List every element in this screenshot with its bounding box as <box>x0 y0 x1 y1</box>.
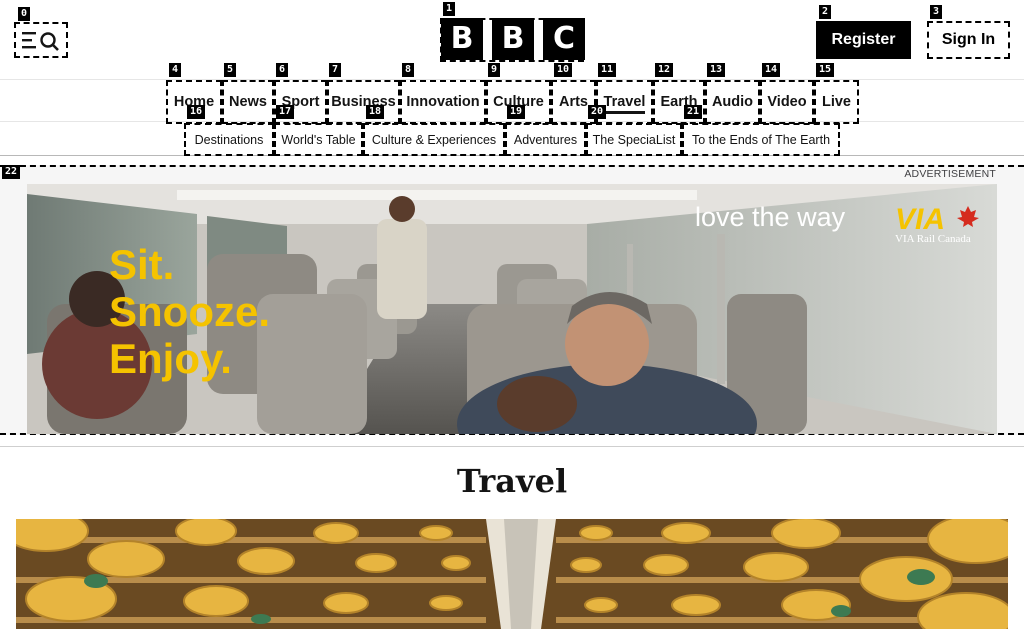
nav-item-business[interactable]: Business <box>327 80 400 124</box>
travel-subnav: Destinations World's Table Culture & Exp… <box>0 123 1024 156</box>
nav-item-live[interactable]: Live <box>814 80 859 124</box>
logo-letter-b1: B <box>441 18 483 60</box>
nav-item-label: News <box>229 94 267 110</box>
tag-2: 2 <box>819 5 832 19</box>
logo-letter-c: C <box>543 18 585 60</box>
sign-in-button[interactable]: Sign In <box>927 21 1010 59</box>
tag-0: 0 <box>18 7 31 21</box>
tag-4: 4 <box>169 63 182 77</box>
tag-15: 15 <box>816 63 835 77</box>
cheese-cellar-image <box>16 519 1008 629</box>
nav-item-innovation[interactable]: Innovation <box>400 80 486 124</box>
tag-19: 19 <box>507 105 526 119</box>
ad-headline-line-3: Enjoy. <box>109 335 232 382</box>
tag-1: 1 <box>443 2 456 16</box>
advertisement-label: ADVERTISEMENT <box>904 168 996 180</box>
subnav-item-destinations[interactable]: Destinations <box>184 123 274 156</box>
site-header: B B C Register Sign In <box>0 0 1024 80</box>
subnav-item-the-specialist[interactable]: The SpeciaList <box>586 123 682 156</box>
subnav-item-ends-of-the-earth[interactable]: To the Ends of The Earth <box>682 123 840 156</box>
ad-headline-line-2: Snooze. <box>109 288 270 335</box>
nav-item-label: Innovation <box>406 94 480 110</box>
ad-tagline: love the way <box>695 202 846 232</box>
train-interior-image: Sit. Snooze. Enjoy. love the way VIA VIA… <box>27 184 997 434</box>
nav-item-label: Business <box>331 94 396 110</box>
tag-17: 17 <box>276 105 295 119</box>
tag-12: 12 <box>655 63 674 77</box>
nav-item-video[interactable]: Video <box>760 80 814 124</box>
subnav-item-worlds-table[interactable]: World's Table <box>274 123 363 156</box>
tag-14: 14 <box>762 63 781 77</box>
ad-headline-line-1: Sit. <box>109 241 174 288</box>
logo-letter-b2: B <box>492 18 534 60</box>
tag-20: 20 <box>588 105 607 119</box>
advertisement-container: ADVERTISEMENT Sit. Snooze. Enjoy. love t… <box>0 165 1024 435</box>
nav-item-label: Arts <box>558 94 588 110</box>
tag-10: 10 <box>554 63 573 77</box>
subnav-item-culture-experiences[interactable]: Culture & Experiences <box>363 123 505 156</box>
menu-search-icon <box>22 32 59 51</box>
tag-7: 7 <box>329 63 342 77</box>
register-button[interactable]: Register <box>816 21 911 59</box>
page-title: Travel <box>456 462 568 500</box>
nav-item-label: Live <box>821 94 851 110</box>
nav-item-audio[interactable]: Audio <box>705 80 760 124</box>
nav-item-news[interactable]: News <box>222 80 274 124</box>
via-logo-text: VIA <box>895 203 945 236</box>
tag-3: 3 <box>930 5 943 19</box>
via-rail-ad-banner[interactable]: Sit. Snooze. Enjoy. love the way VIA VIA… <box>27 184 997 434</box>
tag-22: 22 <box>2 165 21 179</box>
nav-item-label: Travel <box>603 94 646 114</box>
hero-image-cheese-cellar[interactable] <box>16 519 1008 629</box>
tag-6: 6 <box>276 63 289 77</box>
via-rail-canada-text: VIA Rail Canada <box>895 233 971 245</box>
tag-18: 18 <box>366 105 385 119</box>
tag-9: 9 <box>488 63 501 77</box>
tag-16: 16 <box>187 105 206 119</box>
section-divider <box>0 446 1024 447</box>
tag-11: 11 <box>598 63 617 77</box>
subnav-item-adventures[interactable]: Adventures <box>505 123 586 156</box>
tag-21: 21 <box>684 105 703 119</box>
tag-5: 5 <box>224 63 237 77</box>
nav-item-label: Video <box>767 94 807 110</box>
tag-8: 8 <box>402 63 415 77</box>
nav-item-label: Audio <box>711 94 754 110</box>
menu-search-button[interactable] <box>14 22 68 58</box>
bbc-logo[interactable]: B B C <box>441 18 585 60</box>
tag-13: 13 <box>707 63 726 77</box>
